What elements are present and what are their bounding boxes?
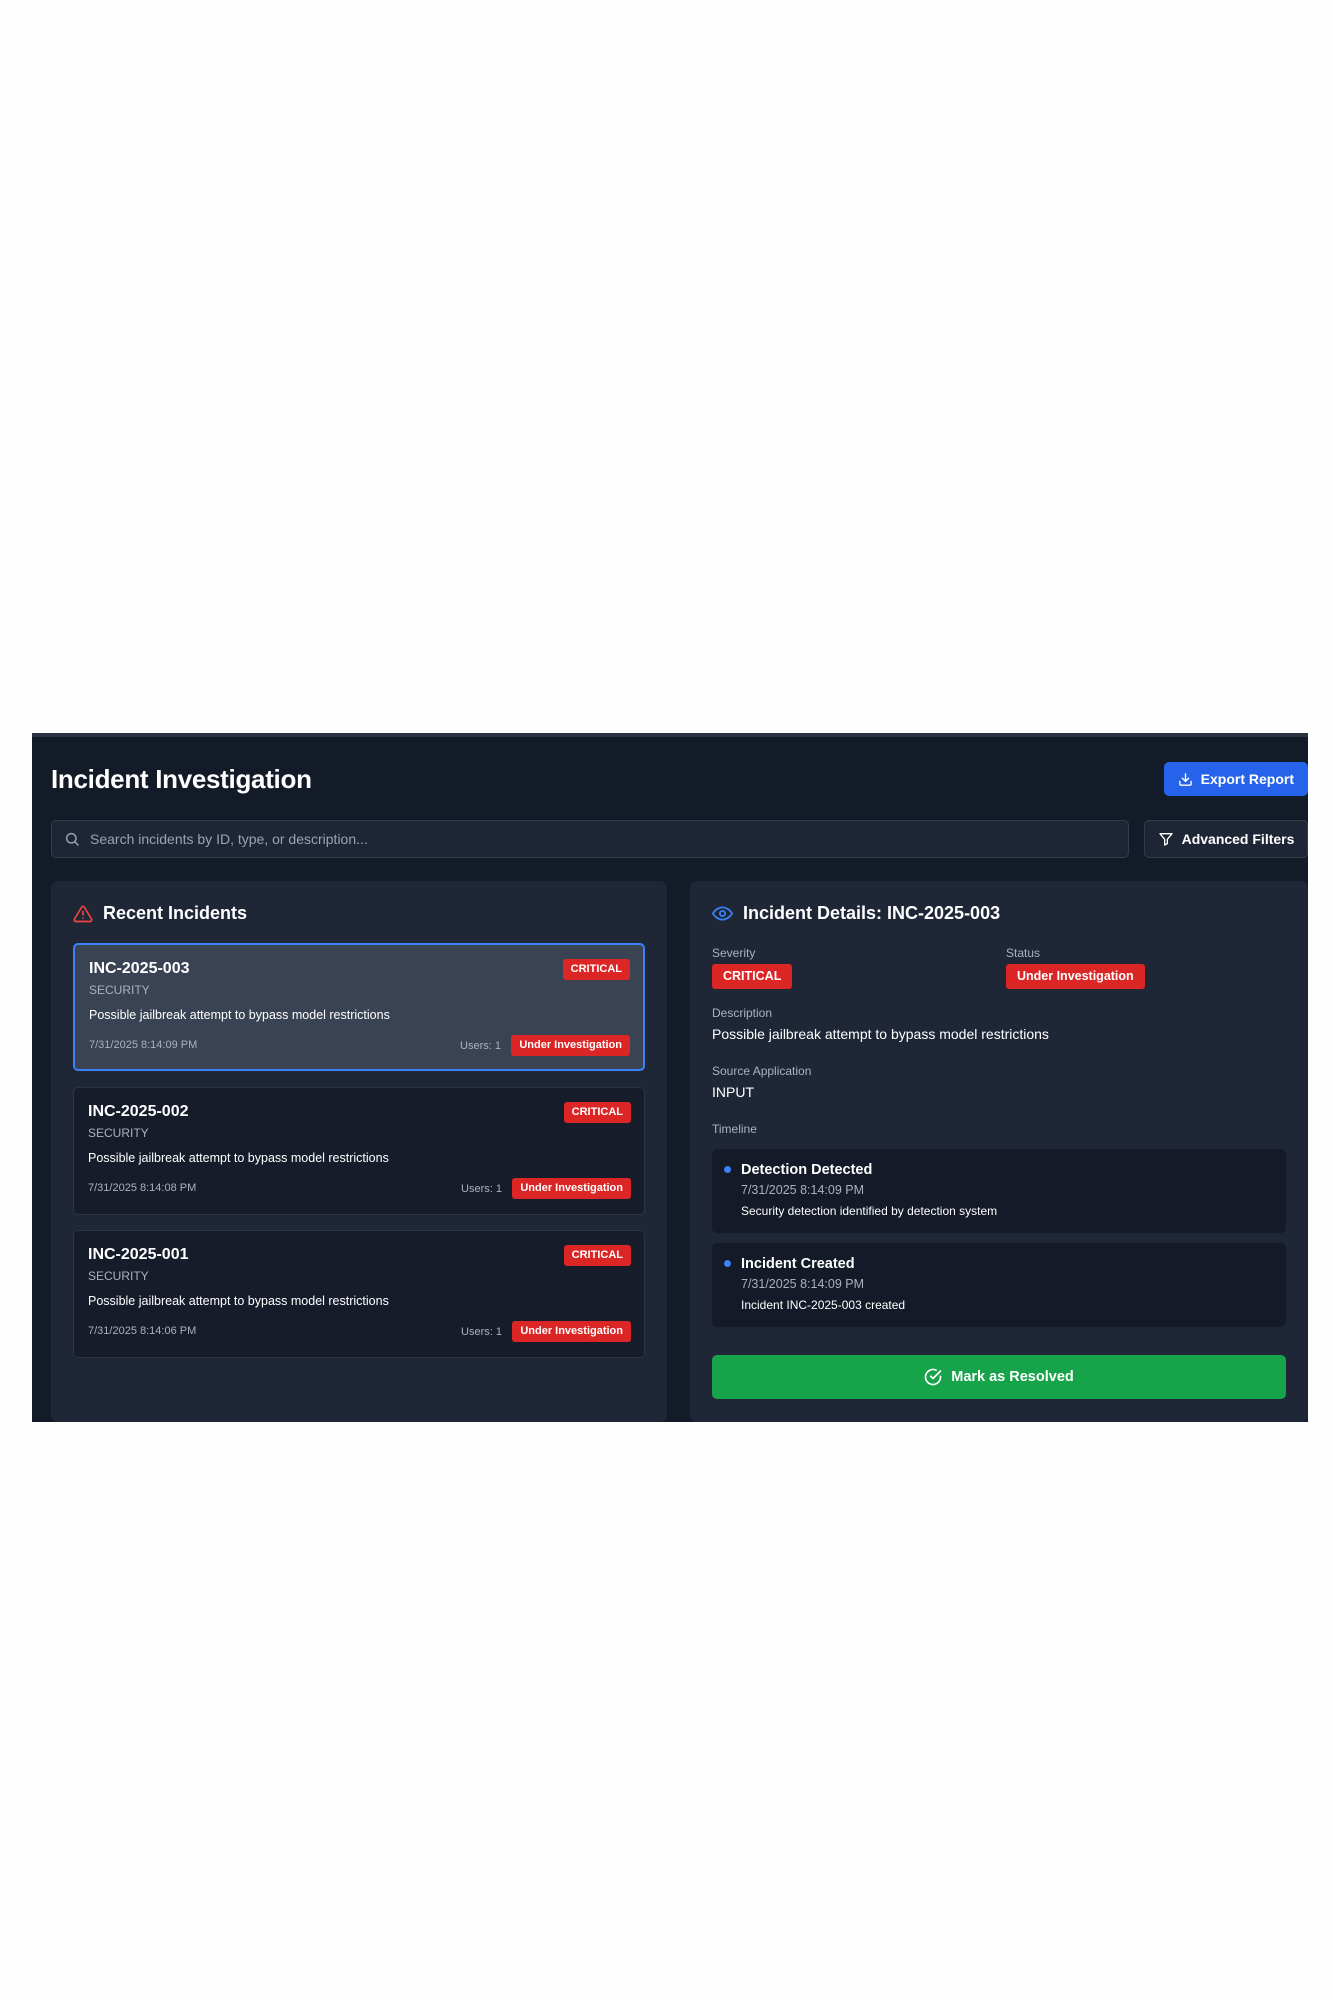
- check-circle-icon: [924, 1368, 942, 1386]
- alert-triangle-icon: [73, 904, 93, 924]
- incident-description: Possible jailbreak attempt to bypass mod…: [88, 1151, 389, 1165]
- timeline-dot: [724, 1260, 731, 1267]
- timeline-item: Incident Created 7/31/2025 8:14:09 PM In…: [712, 1243, 1286, 1327]
- severity-badge: CRITICAL: [712, 964, 793, 989]
- severity-badge: CRITICAL: [563, 1102, 631, 1123]
- incident-card[interactable]: INC-2025-003 CRITICAL SECURITY Possible …: [73, 943, 645, 1071]
- timeline-item: Detection Detected 7/31/2025 8:14:09 PM …: [712, 1149, 1286, 1233]
- timeline-event-time: 7/31/2025 8:14:09 PM: [741, 1183, 865, 1197]
- timeline-event-title: Incident Created: [741, 1256, 855, 1272]
- incident-type: SECURITY: [88, 1269, 149, 1283]
- timeline-dot: [724, 1166, 731, 1173]
- timeline-event-text: Security detection identified by detecti…: [741, 1204, 998, 1218]
- incident-description: Possible jailbreak attempt to bypass mod…: [88, 1294, 389, 1308]
- incident-details-panel: Incident Details: INC-2025-003 Severity …: [690, 881, 1308, 1422]
- mark-as-resolved-label: Mark as Resolved: [951, 1369, 1074, 1385]
- incident-details-header: Incident Details: INC-2025-003: [712, 903, 1000, 924]
- recent-incidents-panel: Recent Incidents INC-2025-003 CRITICAL S…: [51, 881, 667, 1422]
- incident-timestamp: 7/31/2025 8:14:09 PM: [89, 1039, 198, 1051]
- description-value: Possible jailbreak attempt to bypass mod…: [712, 1026, 1049, 1042]
- incident-type: SECURITY: [89, 983, 150, 997]
- status-badge: Under Investigation: [512, 1178, 631, 1199]
- export-report-button[interactable]: Export Report: [1163, 762, 1308, 796]
- incident-investigation-app: Incident Investigation Export Report Sea…: [32, 733, 1308, 1422]
- search-row: Search incidents by ID, type, or descrip…: [51, 820, 1308, 858]
- timeline-event-title: Detection Detected: [741, 1162, 873, 1178]
- recent-incidents-header: Recent Incidents: [73, 903, 247, 924]
- eye-icon: [712, 903, 733, 924]
- incident-description: Possible jailbreak attempt to bypass mod…: [89, 1008, 390, 1022]
- status-badge: Under Investigation: [511, 1035, 630, 1056]
- incident-timestamp: 7/31/2025 8:14:08 PM: [88, 1182, 197, 1194]
- incident-type: SECURITY: [88, 1126, 149, 1140]
- timeline-label: Timeline: [712, 1122, 757, 1136]
- incident-users: Users: 1: [460, 1040, 501, 1052]
- search-icon: [64, 831, 80, 847]
- filter-icon: [1158, 831, 1174, 847]
- status-badge: Under Investigation: [512, 1321, 631, 1342]
- timeline-event-time: 7/31/2025 8:14:09 PM: [741, 1277, 865, 1291]
- advanced-filters-button[interactable]: Advanced Filters: [1144, 820, 1308, 858]
- description-label: Description: [712, 1006, 773, 1020]
- incident-users: Users: 1: [461, 1183, 502, 1195]
- severity-badge: CRITICAL: [563, 1245, 631, 1266]
- incident-users: Users: 1: [461, 1326, 502, 1338]
- search-input[interactable]: Search incidents by ID, type, or descrip…: [51, 820, 1129, 858]
- page-header: Incident Investigation Export Report: [51, 762, 1308, 796]
- status-label: Status: [1006, 946, 1041, 960]
- incident-details-title: Incident Details: INC-2025-003: [743, 903, 1001, 923]
- source-application-label: Source Application: [712, 1064, 812, 1078]
- export-report-label: Export Report: [1200, 771, 1294, 787]
- search-placeholder: Search incidents by ID, type, or descrip…: [90, 831, 368, 847]
- status-badge: Under Investigation: [1006, 964, 1145, 989]
- severity-label: Severity: [712, 946, 756, 960]
- timeline-event-text: Incident INC-2025-003 created: [741, 1298, 906, 1312]
- recent-incidents-title: Recent Incidents: [103, 903, 248, 923]
- severity-badge: CRITICAL: [562, 959, 630, 980]
- download-icon: [1178, 772, 1193, 787]
- incident-id: INC-2025-001: [88, 1246, 189, 1263]
- incident-card[interactable]: INC-2025-002 CRITICAL SECURITY Possible …: [73, 1087, 645, 1215]
- incident-timestamp: 7/31/2025 8:14:06 PM: [88, 1325, 197, 1337]
- mark-as-resolved-button[interactable]: Mark as Resolved: [712, 1355, 1286, 1399]
- advanced-filters-label: Advanced Filters: [1181, 831, 1295, 847]
- incident-card[interactable]: INC-2025-001 CRITICAL SECURITY Possible …: [73, 1230, 645, 1358]
- source-application-value: INPUT: [712, 1084, 754, 1100]
- incident-id: INC-2025-003: [89, 960, 190, 977]
- page-title: Incident Investigation: [51, 763, 312, 794]
- incident-id: INC-2025-002: [88, 1103, 189, 1120]
